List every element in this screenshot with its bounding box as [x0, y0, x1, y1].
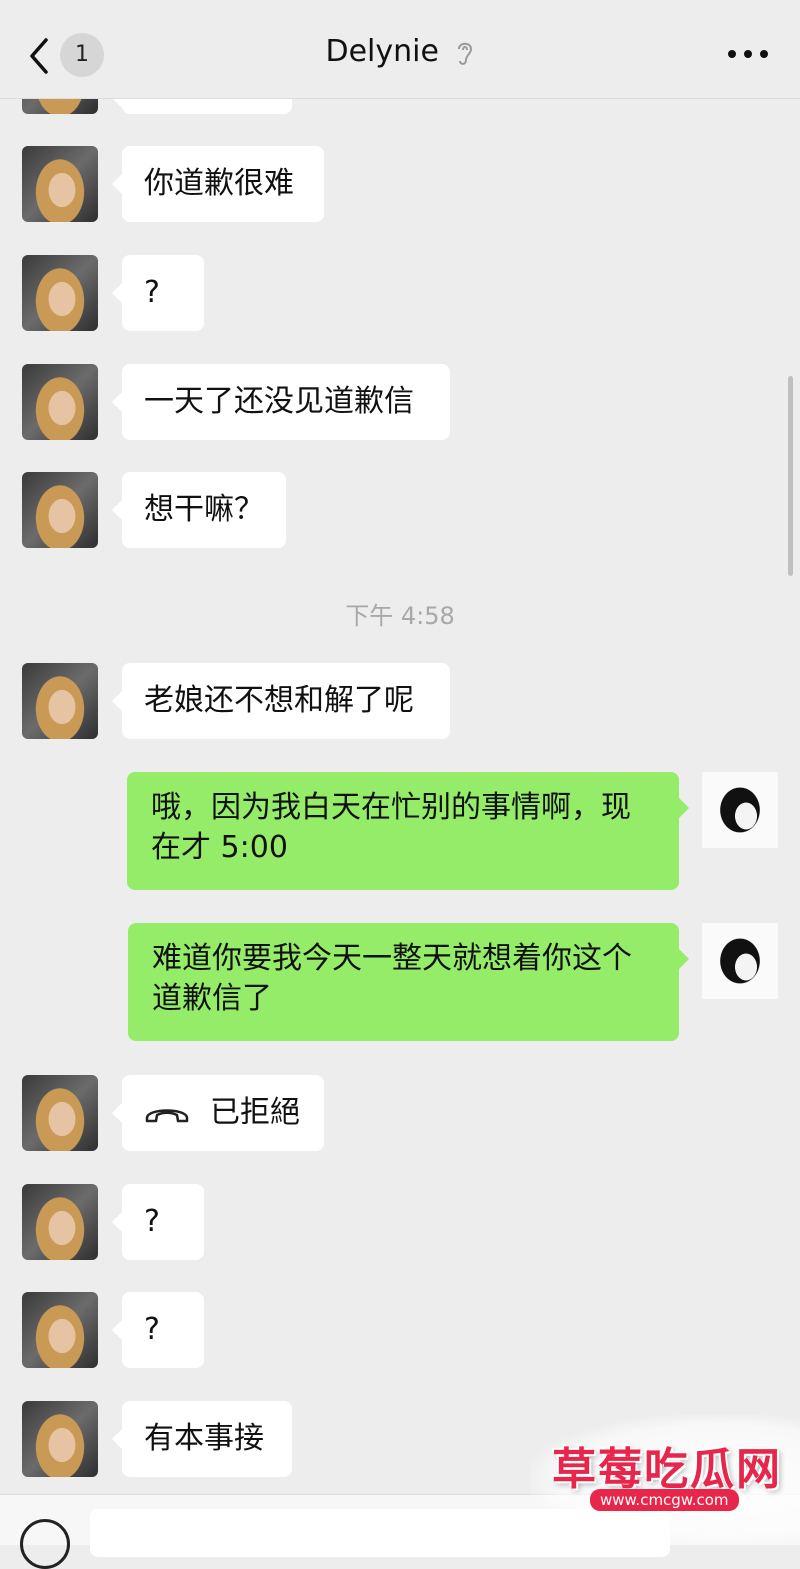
message-text: 想干嘛？	[144, 492, 264, 527]
message-text: 你道歉很难	[144, 166, 294, 201]
sent-message-bubble[interactable]: 难道你要我今天一整天就想着你这个 道歉信了	[128, 923, 689, 1041]
sent-message-bubble[interactable]: 哦，因为我白天在忙别的事情啊，现 在才 5:00	[127, 772, 689, 890]
message-bubble[interactable]: 你道歉很难	[112, 146, 324, 222]
call-status-text: 已拒絕	[210, 1095, 300, 1130]
contact-avatar[interactable]	[22, 1075, 98, 1151]
message-text: ?	[144, 1204, 160, 1239]
message-text: ?	[144, 275, 160, 310]
phone-declined-icon	[145, 1108, 189, 1122]
call-record: 已拒絕	[144, 1092, 302, 1134]
message-text-line: 在才 5:00	[151, 830, 288, 865]
message-bubble[interactable]: ?	[112, 1184, 204, 1260]
contact-avatar[interactable]	[22, 1401, 98, 1477]
message-bubble[interactable]: 想干嘛？	[112, 472, 286, 548]
scrollbar[interactable]	[788, 376, 793, 576]
message-bubble[interactable]: 有本事接	[112, 1401, 292, 1477]
message-text: 一天了还没见道歉信	[144, 384, 414, 419]
earpiece-mode-icon	[457, 42, 472, 65]
message-bubble[interactable]: ?	[112, 255, 204, 331]
chat-header: 1 Delynie	[0, 0, 800, 99]
chat-title: Delynie	[0, 34, 800, 69]
watermark-title: 草莓吃瓜网	[552, 1444, 782, 1495]
my-avatar[interactable]	[702, 923, 778, 999]
message-text: 有本事接	[144, 1421, 264, 1456]
voice-input-icon[interactable]	[20, 1519, 70, 1569]
message-text: 老娘还不想和解了呢	[144, 683, 414, 718]
watermark-logo: 草莓吃瓜网 www.cmcgw.com	[530, 1415, 800, 1544]
contact-avatar[interactable]	[22, 472, 98, 548]
message-text: ?	[144, 1312, 160, 1347]
message-bubble[interactable]: 老娘还不想和解了呢	[112, 663, 450, 739]
contact-avatar[interactable]	[22, 255, 98, 331]
more-options-icon[interactable]	[726, 50, 770, 62]
my-avatar[interactable]	[702, 772, 778, 848]
timestamp: 下午 4:58	[345, 602, 455, 630]
message-bubble[interactable]: 一天了还没见道歉信	[112, 364, 450, 440]
contact-avatar[interactable]	[22, 1292, 98, 1368]
message-text-line: 哦，因为我白天在忙别的事情啊，现	[151, 790, 631, 825]
contact-avatar[interactable]	[22, 1184, 98, 1260]
contact-avatar[interactable]	[22, 663, 98, 739]
watermark-url: www.cmcgw.com	[590, 1489, 739, 1511]
call-record-bubble[interactable]: 已拒絕	[112, 1075, 324, 1151]
message-text-line: 道歉信了	[152, 981, 272, 1016]
message-text-line: 难道你要我今天一整天就想着你这个	[152, 941, 632, 976]
contact-avatar[interactable]	[22, 364, 98, 440]
contact-avatar[interactable]	[22, 146, 98, 222]
message-bubble[interactable]: ?	[112, 1292, 204, 1368]
contact-name: Delynie	[325, 34, 439, 69]
